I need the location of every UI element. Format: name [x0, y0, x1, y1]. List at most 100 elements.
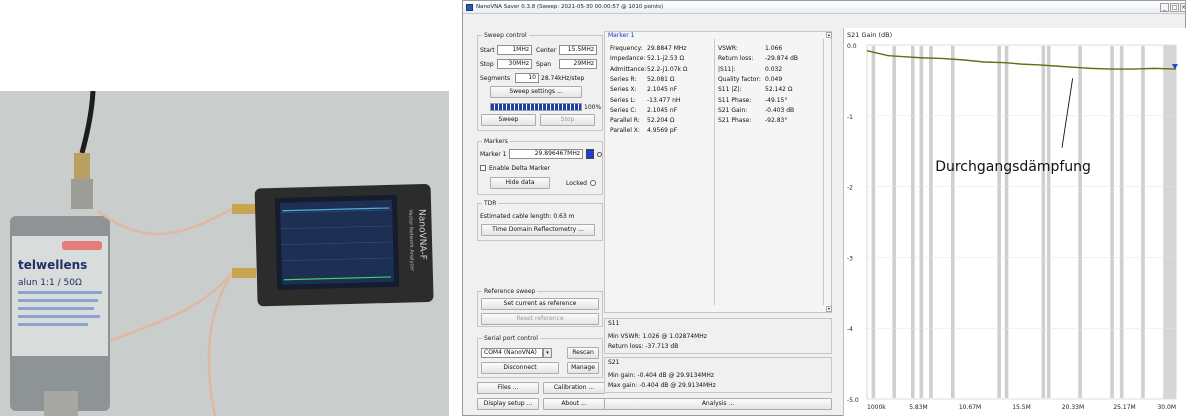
chart-interference-bar — [919, 46, 924, 398]
analysis-button[interactable]: Analysis ... — [604, 398, 832, 410]
balun-label-line — [18, 315, 100, 318]
stop-sweep-button[interactable]: Stop — [540, 114, 595, 126]
marker1-left-value: 29.8847 MHz — [647, 45, 687, 52]
center-input[interactable]: 15.5MHz — [559, 45, 597, 55]
marker1-left-value: 4.9569 pF — [647, 127, 678, 135]
maximize-button[interactable]: □ — [1170, 3, 1179, 12]
files-button[interactable]: Files ... — [477, 382, 539, 394]
marker1-left-value: 52.2-j1.07k Ω — [647, 65, 688, 73]
step-size-text: 28.74kHz/step — [541, 75, 585, 82]
chart-interference-bar — [997, 46, 1001, 398]
marker1-data-panel: Marker 1 Frequency: 29.8847 MHz Impedance:… — [604, 31, 832, 313]
marker1-left-value: 52.204 Ω — [647, 117, 675, 125]
stop-input[interactable]: 30MHz — [497, 59, 532, 69]
marker1-panel-title: Marker 1 — [608, 32, 635, 39]
s11-return-loss: Return loss: -37.713 dB — [608, 343, 679, 350]
span-input[interactable]: 29MHz — [559, 59, 597, 69]
serial-port-select[interactable]: COM4 (NanoVNA) — [481, 348, 543, 358]
column-divider — [823, 39, 824, 305]
chart-interference-bar — [929, 46, 933, 398]
s21-gain-chart: 0.0 -1 -2 -3 -4 -5.0 1000k 5.83M 10.67M 15.5M 20.3… — [843, 28, 1186, 416]
scroll-up-arrow[interactable]: ▴ — [826, 32, 832, 38]
balun-label-line — [18, 291, 102, 294]
locked-label: Locked — [566, 180, 587, 187]
segments-input[interactable]: 10 — [515, 73, 539, 83]
marker1-frequency-input[interactable]: 29.896467MHz — [509, 149, 583, 159]
sweep-button[interactable]: Sweep — [481, 114, 536, 126]
marker1-right-label: S11 |Z|: — [718, 86, 742, 94]
minimize-button[interactable]: _ — [1160, 3, 1169, 12]
chart-interference-bar — [892, 46, 896, 398]
rescan-button[interactable]: Rescan — [567, 347, 599, 359]
marker1-right-value: -0.403 dB — [765, 106, 795, 114]
chart-interference-bar — [871, 46, 876, 398]
y-tick-label: -4 — [847, 326, 853, 333]
marker1-right-value: -29.874 dB — [765, 55, 798, 63]
sweep-progress-bar — [490, 103, 582, 111]
marker1-left-label: Series R: — [610, 75, 637, 83]
center-label: Center — [536, 47, 557, 54]
locked-radio[interactable] — [590, 180, 596, 186]
manage-button[interactable]: Manage — [567, 362, 599, 374]
marker1-left-label: Series X: — [610, 86, 637, 94]
balun-label-line — [18, 323, 88, 326]
span-label: Span — [536, 61, 552, 68]
x-tick-label: 10.67M — [959, 404, 981, 411]
disconnect-button[interactable]: Disconnect — [481, 362, 559, 374]
bnc-adapter-top — [71, 179, 93, 209]
sma-connector-top — [74, 153, 90, 179]
x-tick-label: 1000k — [867, 404, 886, 411]
delta-marker-checkbox[interactable] — [480, 165, 486, 171]
delta-marker-label: Enable Delta Marker — [489, 165, 550, 172]
chevron-down-icon[interactable]: ▾ — [543, 348, 552, 358]
set-reference-button[interactable]: Set current as reference — [481, 298, 599, 310]
x-tick-label: 25.17M — [1113, 404, 1135, 411]
nanovna-saver-window: NanoVNA Saver 0.3.8 (Sweep: 2021-05-30 0… — [462, 0, 1186, 416]
scroll-down-arrow[interactable]: ▾ — [826, 306, 832, 312]
marker1-label: Marker 1 — [480, 151, 507, 158]
marker1-right-value: -49.15° — [765, 96, 788, 104]
s21-min-gain: Min gain: -0.404 dB @ 29.9134MHz — [608, 372, 715, 379]
chart-interference-bar — [1041, 46, 1046, 398]
hide-data-button[interactable]: Hide data — [490, 177, 550, 189]
start-label: Start — [480, 47, 495, 54]
sweep-progress-fill — [491, 104, 581, 110]
port1-connector — [232, 204, 256, 214]
title-bar: NanoVNA Saver 0.3.8 (Sweep: 2021-05-30 0… — [463, 1, 1186, 14]
marker1-right-value: 52.142 Ω — [765, 86, 793, 94]
sweep-control-title: Sweep control — [482, 32, 529, 39]
setup-photo: telwellens alun 1:1 / 50Ω NanoVNA-F Vect… — [0, 91, 449, 416]
chart-interference-bar — [1046, 46, 1051, 398]
y-tick-label: 0.0 — [847, 43, 857, 50]
stop-label: Stop — [480, 61, 494, 68]
marker1-left-value: -13.477 nH — [647, 96, 681, 104]
port2-connector — [232, 268, 256, 278]
marker1-left-label: Series C: — [610, 106, 637, 114]
marker1-right-label: Quality factor: — [718, 75, 761, 83]
calibration-button[interactable]: Calibration ... — [543, 382, 605, 394]
y-tick-label: -5.0 — [847, 397, 859, 404]
nanovna-brand-text: NanoVNA-F — [416, 209, 427, 260]
reset-reference-button[interactable]: Reset reference — [481, 313, 599, 325]
marker1-radio[interactable] — [597, 152, 602, 157]
balun-label — [12, 236, 108, 356]
about-button[interactable]: About ... — [543, 398, 605, 410]
sweep-settings-button[interactable]: Sweep settings ... — [490, 86, 582, 98]
chart-interference-bar — [1078, 46, 1082, 398]
s21-max-gain: Max gain: -0.404 dB @ 29.9134MHz — [608, 382, 716, 389]
tdr-button[interactable]: Time Domain Reflectometry ... — [481, 224, 595, 236]
x-tick-label: 15.5M — [1012, 404, 1031, 411]
marker1-right-value: 0.049 — [765, 75, 783, 83]
s21-title: S21 — [608, 359, 620, 366]
marker1-right-label: S21 Phase: — [718, 117, 752, 125]
marker1-color-button[interactable] — [586, 149, 594, 159]
balun-label-line — [18, 307, 94, 310]
marker1-left-label: Parallel R: — [610, 117, 640, 125]
marker1-right-value: -92.83° — [765, 117, 788, 125]
start-input[interactable]: 1MHz — [497, 45, 532, 55]
close-button[interactable]: × — [1180, 3, 1186, 12]
marker1-left-label: Admittance: — [610, 65, 647, 73]
chart-title: S21 Gain (dB) — [847, 31, 892, 39]
marker1-left-value: 2.1045 nF — [647, 106, 678, 114]
display-setup-button[interactable]: Display setup ... — [477, 398, 539, 410]
